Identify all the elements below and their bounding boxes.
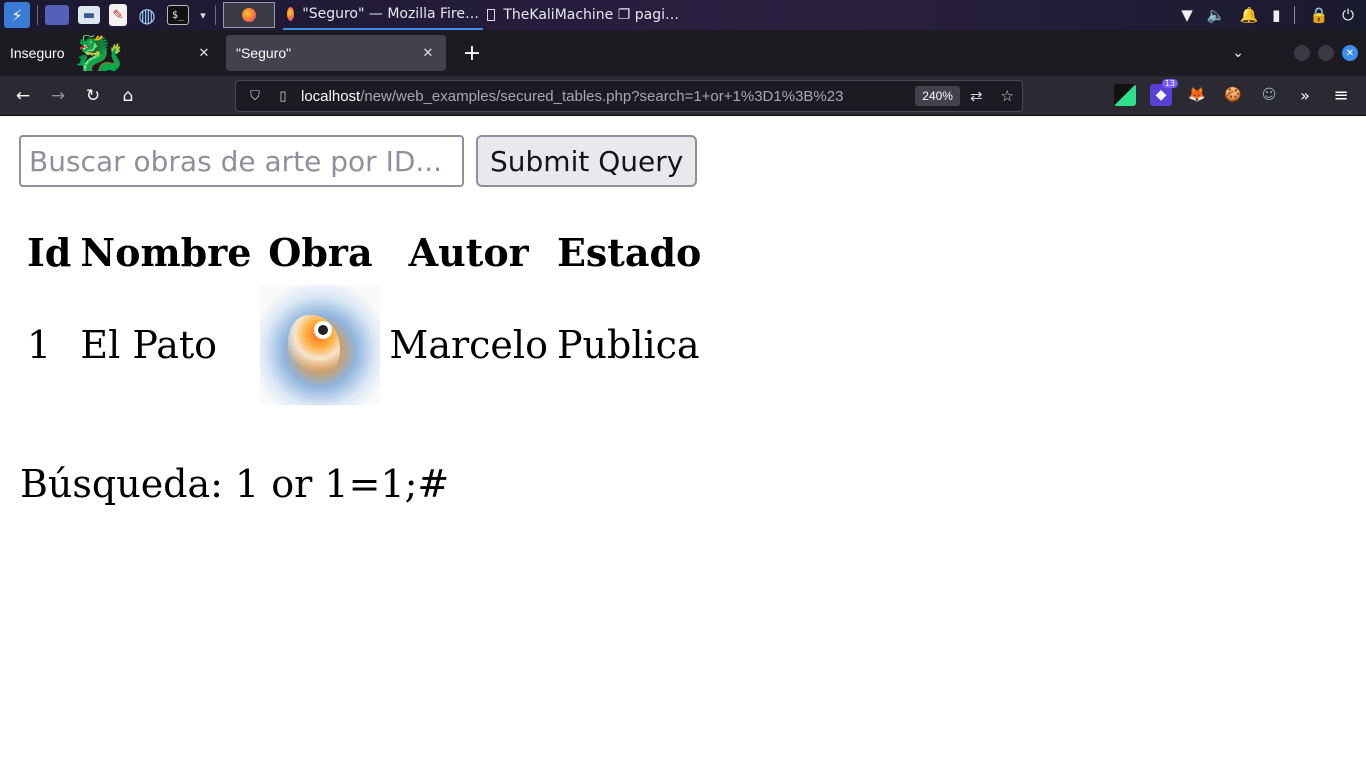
back-arrow-icon[interactable]: ←	[11, 84, 35, 108]
cell-estado: Publica	[556, 323, 700, 367]
cell-id: 1	[27, 323, 52, 367]
firefox-icon	[242, 8, 256, 22]
extension-shield-icon[interactable]: ◆ 13	[1150, 79, 1178, 106]
column-header-nombre: Nombre	[80, 230, 252, 275]
file-manager-icon[interactable]: ▬	[78, 6, 100, 24]
taskbar-separator	[215, 5, 216, 25]
volume-icon[interactable]: 🔈	[1207, 6, 1226, 24]
lock-icon[interactable]: 🔒	[1309, 6, 1328, 24]
bookmark-star-icon[interactable]: ☆	[1001, 87, 1014, 105]
close-icon[interactable]: ✕	[420, 45, 436, 61]
extension-face-icon[interactable]: ☺	[1258, 84, 1280, 106]
web-browser-icon[interactable]: ◍	[136, 3, 158, 27]
kali-dragon-watermark: 🐉	[70, 35, 128, 71]
column-header-obra: Obra	[268, 230, 373, 275]
page-info-icon[interactable]: ▯	[274, 88, 292, 104]
page-content: Submit Query Id Nombre Obra Autor Estado…	[0, 117, 1366, 768]
new-tab-button[interactable]: +	[460, 41, 484, 66]
table-row: 1 El Pato Marcelo Publica	[25, 283, 703, 407]
reload-icon[interactable]: ↻	[81, 84, 105, 108]
translate-icon[interactable]: ⇄	[970, 87, 983, 105]
extension-kiwi-icon[interactable]	[1114, 84, 1136, 106]
cell-nombre: El Pato	[80, 323, 217, 367]
list-all-tabs-chevron-icon[interactable]: ⌄	[1232, 45, 1244, 61]
close-icon[interactable]: ✕	[196, 45, 212, 61]
taskbar-launchers: ▬ ✎ ◍ $_ ▾	[45, 3, 208, 27]
firefox-icon	[287, 7, 295, 21]
browser-nav-bar: ← → ↻ ⌂ ⛉ ▯ localhost/new/web_examples/s…	[0, 76, 1366, 116]
workspace-icon[interactable]	[45, 5, 69, 25]
column-header-autor: Autor	[408, 230, 529, 275]
submit-query-button[interactable]: Submit Query	[476, 135, 698, 187]
cookie-icon[interactable]: 🍪	[1222, 84, 1244, 106]
window-title: "Seguro" — Mozilla Fire…	[302, 6, 479, 22]
table-header-row: Id Nombre Obra Autor Estado	[25, 227, 703, 278]
hamburger-menu-icon[interactable]: ≡	[1330, 84, 1352, 106]
home-icon[interactable]: ⌂	[116, 84, 140, 108]
url-host: localhost	[301, 87, 361, 105]
wifi-icon[interactable]: ▼	[1181, 6, 1193, 24]
window-controls: ✕	[1294, 45, 1358, 61]
bell-icon[interactable]: 🔔	[1239, 6, 1258, 24]
column-header-estado: Estado	[556, 230, 702, 275]
window-title: TheKaliMachine ❐ pagi…	[503, 7, 679, 23]
taskbar-separator	[37, 5, 38, 25]
search-input[interactable]	[19, 135, 464, 187]
system-taskbar: ⚡ ▬ ✎ ◍ $_ ▾ "Seguro" — Mozilla Fire… Th…	[0, 0, 1366, 30]
text-editor-icon[interactable]: ✎	[109, 4, 127, 26]
extensions-toolbar: ◆ 13 🦊 🍪 ☺ » ≡	[1114, 79, 1352, 106]
tab-label: Inseguro	[10, 45, 65, 61]
chevron-down-icon[interactable]: ▾	[198, 4, 208, 26]
tab-inseguro[interactable]: 🐉 Inseguro ✕	[0, 35, 222, 71]
cell-autor: Marcelo	[389, 323, 548, 367]
extension-badge: 13	[1161, 79, 1178, 88]
taskbar-window-terminal[interactable]: TheKaliMachine ❐ pagi…	[483, 0, 683, 30]
more-tools-chevron-icon[interactable]: »	[1294, 84, 1316, 106]
kali-menu-icon[interactable]: ⚡	[4, 2, 30, 28]
browser-tab-strip: 🐉 Inseguro ✕ "Seguro" ✕ + ⌄ ✕	[0, 30, 1366, 76]
power-icon[interactable]: ⏻	[1342, 6, 1354, 24]
firefox-taskbar-button[interactable]	[223, 2, 275, 28]
artwork-thumbnail-image	[260, 285, 381, 405]
forward-arrow-icon[interactable]: →	[46, 84, 70, 108]
taskbar-window-firefox[interactable]: "Seguro" — Mozilla Fire…	[283, 0, 483, 30]
tab-label: "Seguro"	[236, 45, 292, 61]
tab-seguro[interactable]: "Seguro" ✕	[226, 35, 446, 71]
url-path: /new/web_examples/secured_tables.php?sea…	[360, 87, 844, 105]
battery-icon[interactable]: ▮	[1272, 6, 1280, 24]
tray-separator	[1294, 6, 1296, 24]
system-tray: ▼ 🔈 🔔 ▮ 🔒 ⏻	[1181, 6, 1366, 24]
column-header-id: Id	[27, 230, 72, 275]
url-bar[interactable]: ⛉ ▯ localhost/new/web_examples/secured_t…	[235, 80, 1023, 112]
shield-icon[interactable]: ⛉	[246, 88, 264, 104]
close-window-icon[interactable]: ✕	[1342, 45, 1358, 61]
extension-fox-icon[interactable]: 🦊	[1186, 84, 1208, 106]
terminal-icon[interactable]: $_	[167, 5, 189, 25]
artworks-table: Id Nombre Obra Autor Estado 1 El Pato Ma…	[20, 222, 708, 412]
minimize-icon[interactable]	[1294, 45, 1310, 61]
maximize-icon[interactable]	[1318, 45, 1334, 61]
search-form: Submit Query	[19, 135, 698, 187]
url-text[interactable]: localhost/new/web_examples/secured_table…	[301, 88, 901, 105]
zoom-level-badge[interactable]: 240%	[915, 86, 960, 106]
cell-obra	[258, 283, 382, 407]
search-query-echo: Búsqueda: 1 or 1=1;#	[20, 462, 450, 506]
terminal-icon	[487, 9, 496, 21]
